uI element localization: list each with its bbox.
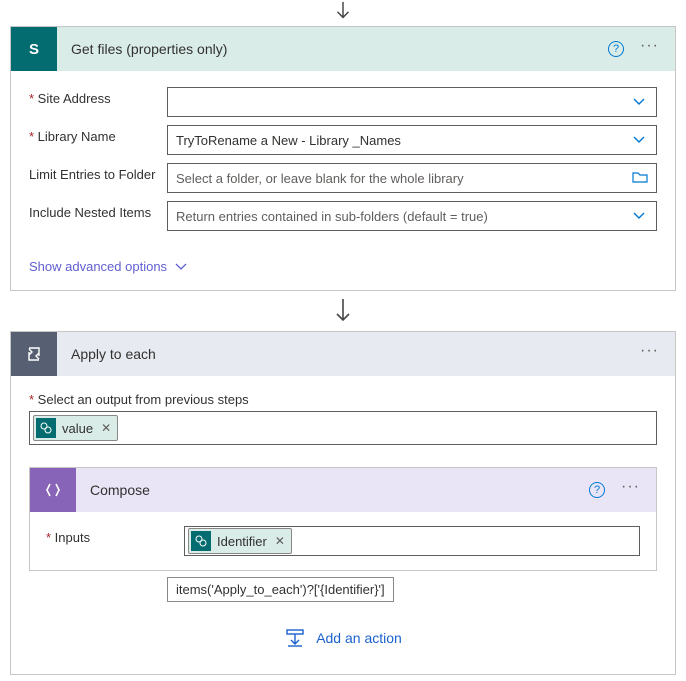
sharepoint-icon: S	[11, 27, 57, 71]
nested-items-label: Include Nested Items	[29, 201, 167, 220]
limit-folder-label: Limit Entries to Folder	[29, 163, 167, 182]
sharepoint-icon	[191, 531, 211, 551]
nested-items-dropdown[interactable]: Return entries contained in sub-folders …	[167, 201, 657, 231]
site-address-dropdown[interactable]	[167, 87, 657, 117]
library-name-label: Library Name	[29, 125, 167, 144]
more-icon[interactable]: ···	[640, 343, 659, 365]
folder-picker-icon[interactable]	[632, 170, 648, 187]
loop-icon	[11, 332, 57, 376]
more-icon[interactable]: ···	[640, 38, 659, 60]
expression-tooltip: items('Apply_to_each')?['{Identifier}']	[167, 577, 394, 602]
action-get-files: S Get files (properties only) ? ··· Site…	[10, 26, 676, 291]
select-output-label: * Select an output from previous steps	[29, 392, 657, 407]
get-files-header[interactable]: S Get files (properties only) ? ···	[11, 27, 675, 71]
chevron-down-icon	[630, 97, 648, 107]
compose-header[interactable]: Compose ? ···	[30, 468, 656, 512]
sharepoint-icon	[36, 418, 56, 438]
limit-folder-input[interactable]: Select a folder, or leave blank for the …	[167, 163, 657, 193]
action-apply-to-each: Apply to each ··· * Select an output fro…	[10, 331, 676, 675]
chevron-down-icon	[175, 263, 187, 271]
show-advanced-options-link[interactable]: Show advanced options	[29, 259, 187, 274]
flow-arrow-top	[0, 0, 686, 26]
more-icon[interactable]: ···	[621, 479, 640, 501]
inputs-field[interactable]: Identifier ✕	[184, 526, 640, 556]
inputs-label: Inputs	[46, 526, 184, 545]
remove-token-icon[interactable]: ✕	[275, 534, 285, 548]
compose-icon	[30, 468, 76, 512]
token-identifier[interactable]: Identifier ✕	[188, 528, 292, 554]
site-address-label: Site Address	[29, 87, 167, 106]
chevron-down-icon	[630, 135, 648, 145]
help-icon[interactable]: ?	[608, 41, 624, 57]
add-action-button[interactable]: Add an action	[29, 602, 657, 658]
select-output-input[interactable]: value ✕	[29, 411, 657, 445]
remove-token-icon[interactable]: ✕	[101, 421, 111, 435]
help-icon[interactable]: ?	[589, 482, 605, 498]
library-name-dropdown[interactable]: TryToRename a New - Library _Names	[167, 125, 657, 155]
apply-to-each-header[interactable]: Apply to each ···	[11, 332, 675, 376]
action-compose: Compose ? ··· Inputs Identifier	[29, 467, 657, 571]
apply-to-each-title: Apply to each	[57, 346, 640, 362]
flow-arrow-middle	[0, 291, 686, 331]
compose-title: Compose	[76, 482, 589, 498]
chevron-down-icon	[630, 211, 648, 221]
token-value[interactable]: value ✕	[33, 415, 118, 441]
get-files-title: Get files (properties only)	[57, 41, 608, 57]
